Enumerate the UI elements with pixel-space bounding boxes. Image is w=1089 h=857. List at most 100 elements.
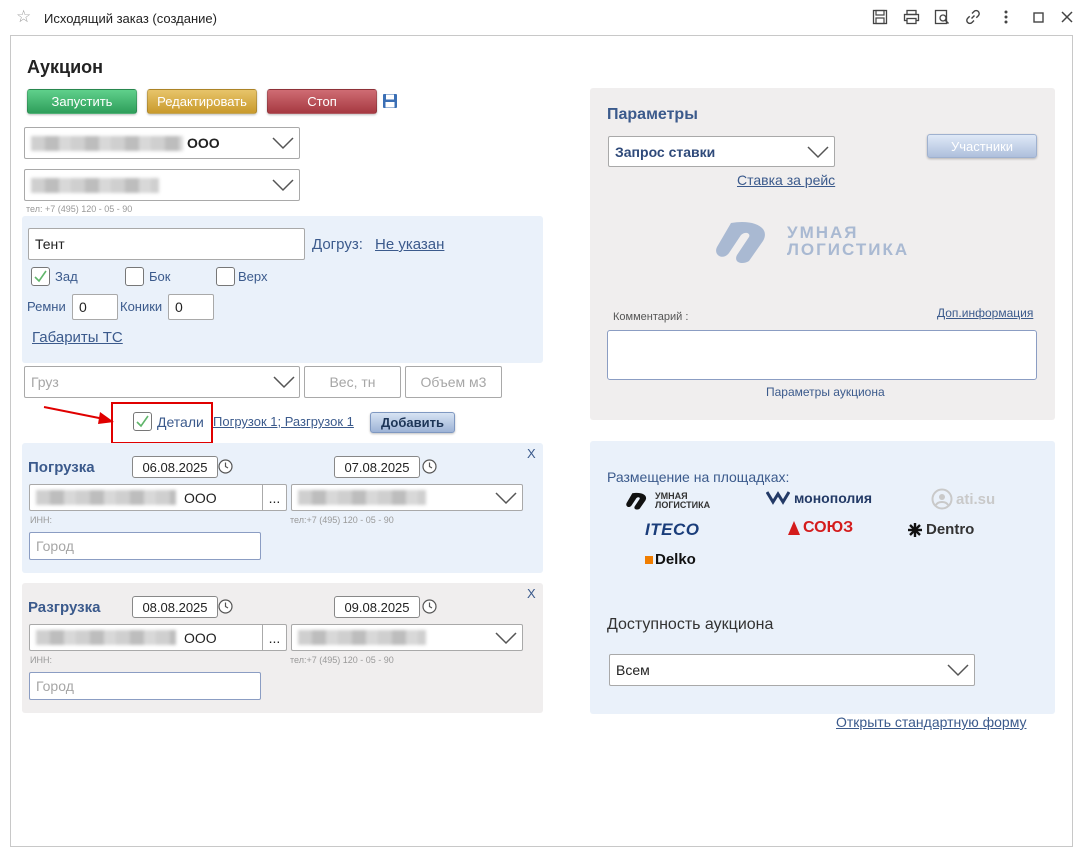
comment-textarea[interactable] [607,330,1037,380]
checkbox-checked-icon[interactable] [133,412,152,431]
platform-name: ati.su [956,490,996,508]
clock-icon[interactable] [218,599,233,614]
platform-dentro[interactable]: Dentro [907,521,974,538]
soyuz-icon [788,521,800,535]
window-title: Исходящий заказ (создание) [44,11,217,26]
save-draft-icon[interactable] [382,93,398,109]
load-option-top[interactable]: Верх [216,267,268,286]
open-standard-form-link[interactable]: Открыть стандартную форму [836,714,1026,730]
logo-text: УМНАЯ ЛОГИСТИКА [787,224,909,258]
preview-icon[interactable] [932,7,952,27]
platform-monopoliya[interactable]: монополия [766,490,872,506]
loading-remove-button[interactable]: X [527,446,536,461]
unloading-city-input[interactable]: Город [29,672,261,700]
chevron-down-icon [495,631,517,644]
participants-button[interactable]: Участники [927,134,1037,158]
cones-label: Коники [120,299,163,314]
extra-info-link[interactable]: Доп.информация [937,306,1033,320]
save-icon[interactable] [870,7,890,27]
checkbox-icon[interactable] [216,267,235,286]
start-button[interactable]: Запустить [27,89,137,114]
loading-company-select-button[interactable]: ... [262,485,286,510]
platform-delko[interactable]: Delko [645,551,696,568]
rate-per-trip-link[interactable]: Ставка за рейс [737,172,835,188]
logo-text-line1: УМНАЯ [787,223,859,242]
availability-value: Всем [616,662,650,678]
redacted-text [31,177,159,193]
vehicle-dimensions-link[interactable]: Габариты ТС [32,329,123,346]
contact-phone: тел: +7 (495) 120 - 05 - 90 [26,204,133,214]
platform-iteco[interactable]: ITECO [645,520,699,540]
cargo-select[interactable]: Груз [24,366,300,398]
body-type-input[interactable]: Тент [28,228,305,260]
loading-date-to[interactable]: 07.08.2025 [334,456,420,478]
add-point-button[interactable]: Добавить [370,412,455,433]
redacted-text [36,630,176,645]
umnaya-logistika-logo-icon [716,221,765,263]
print-icon[interactable] [901,7,921,27]
loading-company-field[interactable]: ООО ... [29,484,287,511]
extra-load-link[interactable]: Не указан [375,236,444,253]
loading-contact-select[interactable] [291,484,523,511]
logo-text-line2: ЛОГИСТИКА [787,240,910,259]
link-icon[interactable] [963,7,983,27]
load-option-side[interactable]: Бок [125,267,170,286]
unloading-remove-button[interactable]: X [527,586,536,601]
details-label: Детали [157,413,204,430]
monopoliya-icon [766,491,790,505]
more-vertical-icon[interactable] [996,7,1016,27]
rate-type-value: Запрос ставки [615,143,716,160]
clock-icon[interactable] [422,459,437,474]
close-window-icon[interactable] [1057,7,1077,27]
loading-city-input[interactable]: Город [29,532,261,560]
load-option-label: Бок [149,269,171,284]
cones-input[interactable]: 0 [168,294,214,320]
volume-input[interactable]: Объем м3 [405,366,502,398]
stop-button[interactable]: Стоп [267,89,377,114]
loading-date-from[interactable]: 06.08.2025 [132,456,218,478]
customer-company-select[interactable]: ООО [24,127,300,159]
straps-input[interactable]: 0 [72,294,118,320]
platform-soyuz[interactable]: СОЮЗ [787,519,853,537]
load-option-label: Верх [238,269,268,284]
redacted-text [31,135,183,151]
redacted-text [298,630,426,645]
company-suffix: ООО [184,489,217,506]
straps-label: Ремни [27,299,66,314]
contact-person-select[interactable] [24,169,300,201]
weight-input[interactable]: Вес, тн [304,366,401,398]
unloading-inn-label: ИНН: [30,655,52,665]
dentro-icon [908,522,922,537]
chevron-down-icon [272,137,294,150]
unloading-date-to[interactable]: 09.08.2025 [334,596,420,618]
platform-name: Delko [655,551,696,568]
unloading-date-from[interactable]: 08.08.2025 [132,596,218,618]
details-checkbox[interactable]: Детали [133,412,204,431]
load-option-rear[interactable]: Зад [31,267,78,286]
unloading-title: Разгрузка [28,599,101,616]
platform-ati[interactable]: ati.su [931,488,995,510]
rate-type-select[interactable]: Запрос ставки [608,136,835,167]
unloading-company-field[interactable]: ООО ... [29,624,287,651]
delko-icon [645,555,653,564]
clock-icon[interactable] [422,599,437,614]
route-points-link[interactable]: Погрузок 1; Разгрузок 1 [213,414,354,429]
load-option-label: Зад [55,269,78,284]
platform-umnaya-logistika[interactable]: УМНАЯ ЛОГИСТИКА [625,488,725,514]
platform-name: ITECO [645,520,700,539]
checkbox-checked-icon[interactable] [31,267,50,286]
clock-icon[interactable] [218,459,233,474]
unloading-company-select-button[interactable]: ... [262,625,286,650]
checkbox-icon[interactable] [125,267,144,286]
chevron-down-icon [272,179,294,192]
platform-name: монополия [794,490,873,506]
favorite-star-icon[interactable]: ☆ [16,7,31,27]
parameters-title: Параметры [607,106,698,123]
availability-select[interactable]: Всем [609,654,975,686]
redacted-text [298,490,426,505]
edit-button[interactable]: Редактировать [147,89,257,114]
unloading-contact-select[interactable] [291,624,523,651]
maximize-icon[interactable] [1028,7,1048,27]
chevron-down-icon [947,664,969,677]
ati-icon [931,488,953,510]
